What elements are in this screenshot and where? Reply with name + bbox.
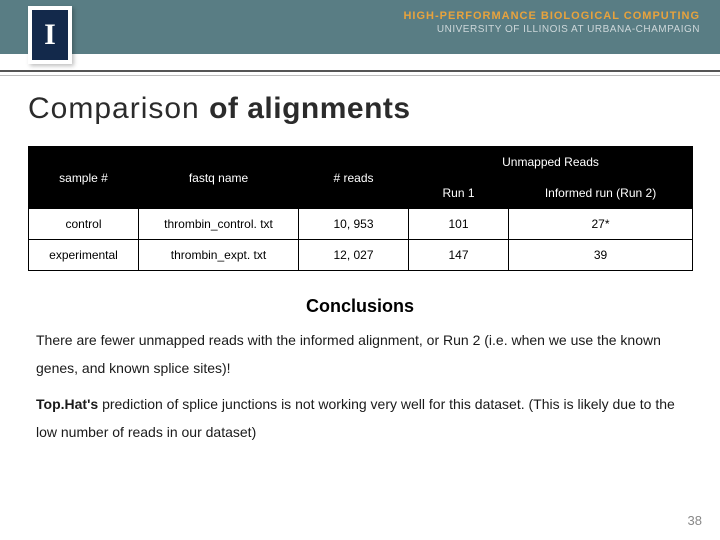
th-sample: sample # <box>29 147 139 209</box>
cell-run2: 39 <box>509 240 693 271</box>
institution-line-2: UNIVERSITY OF ILLINOIS AT URBANA-CHAMPAI… <box>403 24 700 35</box>
th-run2: Informed run (Run 2) <box>509 178 693 209</box>
conclusions-heading: Conclusions <box>0 296 720 317</box>
table-row: control thrombin_control. txt 10, 953 10… <box>29 209 693 240</box>
cell-run1: 101 <box>409 209 509 240</box>
th-run1: Run 1 <box>409 178 509 209</box>
cell-sample: experimental <box>29 240 139 271</box>
conclusion-paragraph-2: Top.Hat's prediction of splice junctions… <box>36 390 684 446</box>
header-bar: I HIGH-PERFORMANCE BIOLOGICAL COMPUTING … <box>0 0 720 54</box>
th-reads: # reads <box>299 147 409 209</box>
cell-run2: 27* <box>509 209 693 240</box>
cell-fastq: thrombin_control. txt <box>139 209 299 240</box>
th-fastq: fastq name <box>139 147 299 209</box>
cell-reads: 12, 027 <box>299 240 409 271</box>
slide-title: Comparison of alignments <box>28 92 411 126</box>
title-part-1: Comparison <box>28 92 209 125</box>
conclusion-paragraph-1: There are fewer unmapped reads with the … <box>36 326 684 382</box>
cell-reads: 10, 953 <box>299 209 409 240</box>
cell-run1: 147 <box>409 240 509 271</box>
divider-thick <box>0 70 720 72</box>
illinois-logo: I <box>28 6 72 64</box>
illinois-logo-box: I <box>32 10 68 60</box>
illinois-i-icon: I <box>44 20 56 50</box>
institution-block: HIGH-PERFORMANCE BIOLOGICAL COMPUTING UN… <box>403 10 700 35</box>
cell-sample: control <box>29 209 139 240</box>
comparison-table: sample # fastq name # reads Unmapped Rea… <box>28 146 692 271</box>
th-unmapped-group: Unmapped Reads <box>409 147 693 178</box>
cell-fastq: thrombin_expt. txt <box>139 240 299 271</box>
institution-line-1: HIGH-PERFORMANCE BIOLOGICAL COMPUTING <box>403 10 700 22</box>
tophat-label: Top.Hat's <box>36 396 98 412</box>
conclusion-p2-rest: prediction of splice junctions is not wo… <box>36 396 675 440</box>
slide: I HIGH-PERFORMANCE BIOLOGICAL COMPUTING … <box>0 0 720 540</box>
divider-thin <box>0 75 720 76</box>
title-part-2: of alignments <box>209 92 411 125</box>
table: sample # fastq name # reads Unmapped Rea… <box>28 146 693 271</box>
page-number: 38 <box>688 513 702 528</box>
conclusions-body: There are fewer unmapped reads with the … <box>36 326 684 454</box>
table-row: experimental thrombin_expt. txt 12, 027 … <box>29 240 693 271</box>
